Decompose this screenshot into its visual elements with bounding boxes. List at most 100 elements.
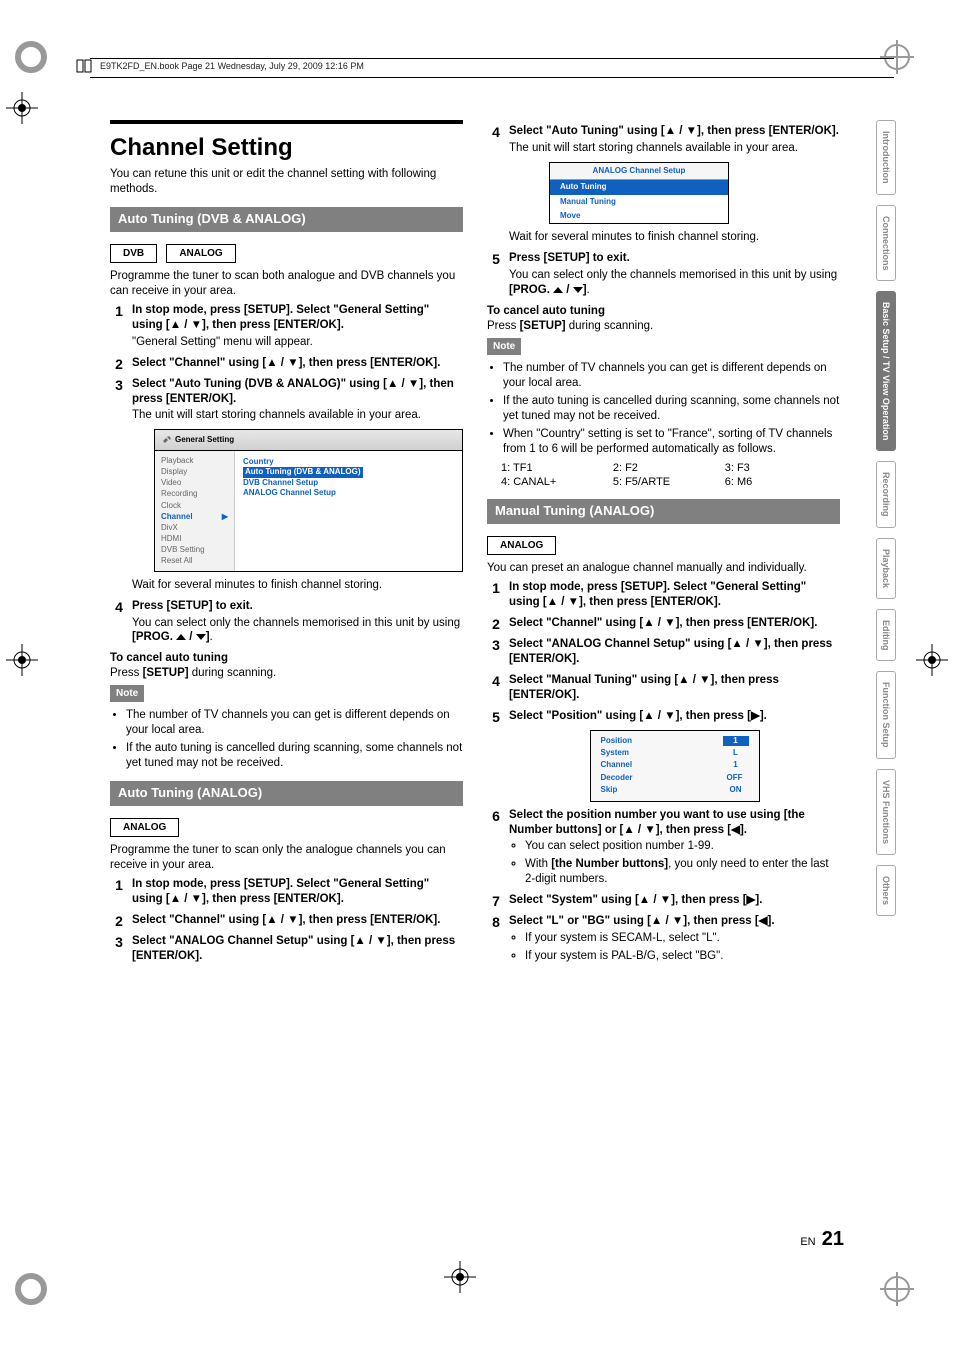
step-text: In stop mode, press [SETUP]. Select "Gen… xyxy=(132,878,429,905)
section-a-intro: Programme the tuner to scan both analogu… xyxy=(110,269,463,299)
page-intro: You can retune this unit or edit the cha… xyxy=(110,167,463,197)
step-text: Select "Channel" using [▲ / ▼], then pre… xyxy=(509,617,817,629)
step-text: Select "Auto Tuning" using [▲ / ▼], then… xyxy=(509,125,839,137)
side-tab[interactable]: Editing xyxy=(876,609,896,662)
wrench-icon xyxy=(161,433,171,446)
book-page-icon xyxy=(76,59,92,75)
section-heading-auto-dvb-analog: Auto Tuning (DVB & ANALOG) xyxy=(110,207,463,232)
after-osd-text: Wait for several minutes to finish chann… xyxy=(509,230,840,245)
position-table-row: Position1 xyxy=(591,735,759,747)
chevron-down-icon xyxy=(196,634,206,640)
side-tab[interactable]: Basic Setup / TV View Operation xyxy=(876,291,896,451)
osd-sidebar-item: HDMI xyxy=(161,533,228,544)
osd-sidebar-item: Playback xyxy=(161,455,228,466)
step-text: Select "Channel" using [▲ / ▼], then pre… xyxy=(132,357,440,369)
footer-lang: EN xyxy=(800,1236,815,1248)
section-heading-auto-analog: Auto Tuning (ANALOG) xyxy=(110,781,463,806)
section-heading-manual-analog: Manual Tuning (ANALOG) xyxy=(487,499,840,524)
osd-main-item: DVB Channel Setup xyxy=(243,478,363,488)
step-text: Select the position number you want to u… xyxy=(509,809,805,836)
osd-sidebar-item: Reset All xyxy=(161,555,228,566)
osd-simple-row: Manual Tuning xyxy=(550,195,728,209)
crosshair-icon xyxy=(0,88,34,122)
side-tab[interactable]: Recording xyxy=(876,461,896,528)
note-item: The number of TV channels you can get is… xyxy=(126,708,463,738)
section-b-intro: Programme the tuner to scan only the ana… xyxy=(110,843,463,873)
chevron-up-icon xyxy=(176,634,186,640)
cancel-heading: To cancel auto tuning xyxy=(487,304,840,319)
side-tab[interactable]: Introduction xyxy=(876,120,896,195)
cancel-text: Press [SETUP] during scanning. xyxy=(487,319,840,334)
step-text: In stop mode, press [SETUP]. Select "Gen… xyxy=(132,304,429,331)
note-item: If the auto tuning is cancelled during s… xyxy=(126,741,463,771)
tag-analog: ANALOG xyxy=(110,818,179,837)
page-footer: EN 21 xyxy=(800,1228,844,1251)
french-channel-cell: 1: TF1 xyxy=(501,461,613,475)
cancel-heading: To cancel auto tuning xyxy=(110,651,463,666)
step-text: Select "System" using [▲ / ▼], then pres… xyxy=(509,894,762,906)
side-tab[interactable]: Playback xyxy=(876,538,896,599)
step-text: Select "Position" using [▲ / ▼], then pr… xyxy=(509,710,767,722)
note-item: The number of TV channels you can get is… xyxy=(503,361,840,391)
side-tab[interactable]: VHS Functions xyxy=(876,769,896,855)
osd-main-item: Auto Tuning (DVB & ANALOG) xyxy=(243,467,363,477)
note-item: If the auto tuning is cancelled during s… xyxy=(503,394,840,424)
osd-sidebar: PlaybackDisplayVideoRecordingClockChanne… xyxy=(155,451,235,571)
side-tab[interactable]: Connections xyxy=(876,205,896,282)
section-b-steps: In stop mode, press [SETUP]. Select "Gen… xyxy=(110,877,463,964)
step-text: Press [SETUP] to exit. xyxy=(132,600,253,612)
tag-analog: ANALOG xyxy=(487,536,556,555)
crosshair-icon xyxy=(0,640,34,674)
printer-mark xyxy=(14,40,48,79)
section-b-steps-continued: Select "Auto Tuning" using [▲ / ▼], then… xyxy=(487,124,840,298)
printer-mark xyxy=(14,1272,48,1311)
step6-sub: With [the Number buttons], you only need… xyxy=(525,857,840,887)
left-column: Channel Setting You can retune this unit… xyxy=(110,120,463,970)
osd-sidebar-item: DivX xyxy=(161,522,228,533)
chevron-up-icon xyxy=(553,287,563,293)
osd-simple-title: ANALOG Channel Setup xyxy=(550,163,728,180)
section-c-steps: In stop mode, press [SETUP]. Select "Gen… xyxy=(487,580,840,964)
tag-analog: ANALOG xyxy=(166,244,235,263)
note-label: Note xyxy=(110,685,144,702)
french-channel-cell: 3: F3 xyxy=(725,461,837,475)
french-channel-grid: 1: TF12: F23: F34: CANAL+5: F5/ARTE6: M6 xyxy=(501,461,840,490)
osd-position-table: Position1SystemLChannel1DecoderOFFSkipON xyxy=(590,730,760,802)
step8-sub: If your system is PAL-B/G, select "BG". xyxy=(525,949,840,964)
step-text: In stop mode, press [SETUP]. Select "Gen… xyxy=(509,581,806,608)
step6-subs: You can select position number 1-99. Wit… xyxy=(509,839,840,887)
position-table-row: SystemL xyxy=(591,747,759,759)
osd-main-list: CountryAuto Tuning (DVB & ANALOG)DVB Cha… xyxy=(235,451,371,571)
osd-sidebar-item: Clock xyxy=(161,500,228,511)
step-text: Select "Channel" using [▲ / ▼], then pre… xyxy=(132,914,440,926)
chevron-down-icon xyxy=(573,287,583,293)
step-text: Press [SETUP] to exit. xyxy=(509,252,630,264)
french-channel-cell: 5: F5/ARTE xyxy=(613,475,725,489)
step-body: You can select only the channels memoris… xyxy=(509,268,840,298)
section-b-notes: The number of TV channels you can get is… xyxy=(487,361,840,457)
step-text: Select "Auto Tuning (DVB & ANALOG)" usin… xyxy=(132,378,454,405)
osd-main-item: ANALOG Channel Setup xyxy=(243,488,363,498)
step8-subs: If your system is SECAM-L, select "L". I… xyxy=(509,931,840,964)
side-tab[interactable]: Others xyxy=(876,865,896,916)
printer-mark xyxy=(880,1272,914,1311)
osd-sidebar-item: Channel ▶ xyxy=(161,511,228,522)
footer-page-number: 21 xyxy=(822,1228,844,1250)
step-text: Select "L" or "BG" using [▲ / ▼], then p… xyxy=(509,915,775,927)
top-rule xyxy=(110,120,463,124)
section-a-steps: In stop mode, press [SETUP]. Select "Gen… xyxy=(110,303,463,646)
osd-analog-channel-setup: ANALOG Channel Setup Auto TuningManual T… xyxy=(549,162,729,225)
step-text: Select "ANALOG Channel Setup" using [▲ /… xyxy=(132,935,455,962)
book-header-text: E9TK2FD_EN.book Page 21 Wednesday, July … xyxy=(100,61,364,71)
osd-general-setting: General Setting PlaybackDisplayVideoReco… xyxy=(154,429,463,571)
crosshair-icon xyxy=(914,640,948,674)
cancel-text: Press [SETUP] during scanning. xyxy=(110,666,463,681)
section-a-notes: The number of TV channels you can get is… xyxy=(110,708,463,771)
section-c-intro: You can preset an analogue channel manua… xyxy=(487,561,840,576)
right-column: Select "Auto Tuning" using [▲ / ▼], then… xyxy=(487,120,840,970)
osd-simple-row: Auto Tuning xyxy=(550,180,728,194)
note-item: When "Country" setting is set to "France… xyxy=(503,427,840,457)
osd-sidebar-item: DVB Setting xyxy=(161,544,228,555)
step6-sub: You can select position number 1-99. xyxy=(525,839,840,854)
side-tab[interactable]: Function Setup xyxy=(876,671,896,759)
